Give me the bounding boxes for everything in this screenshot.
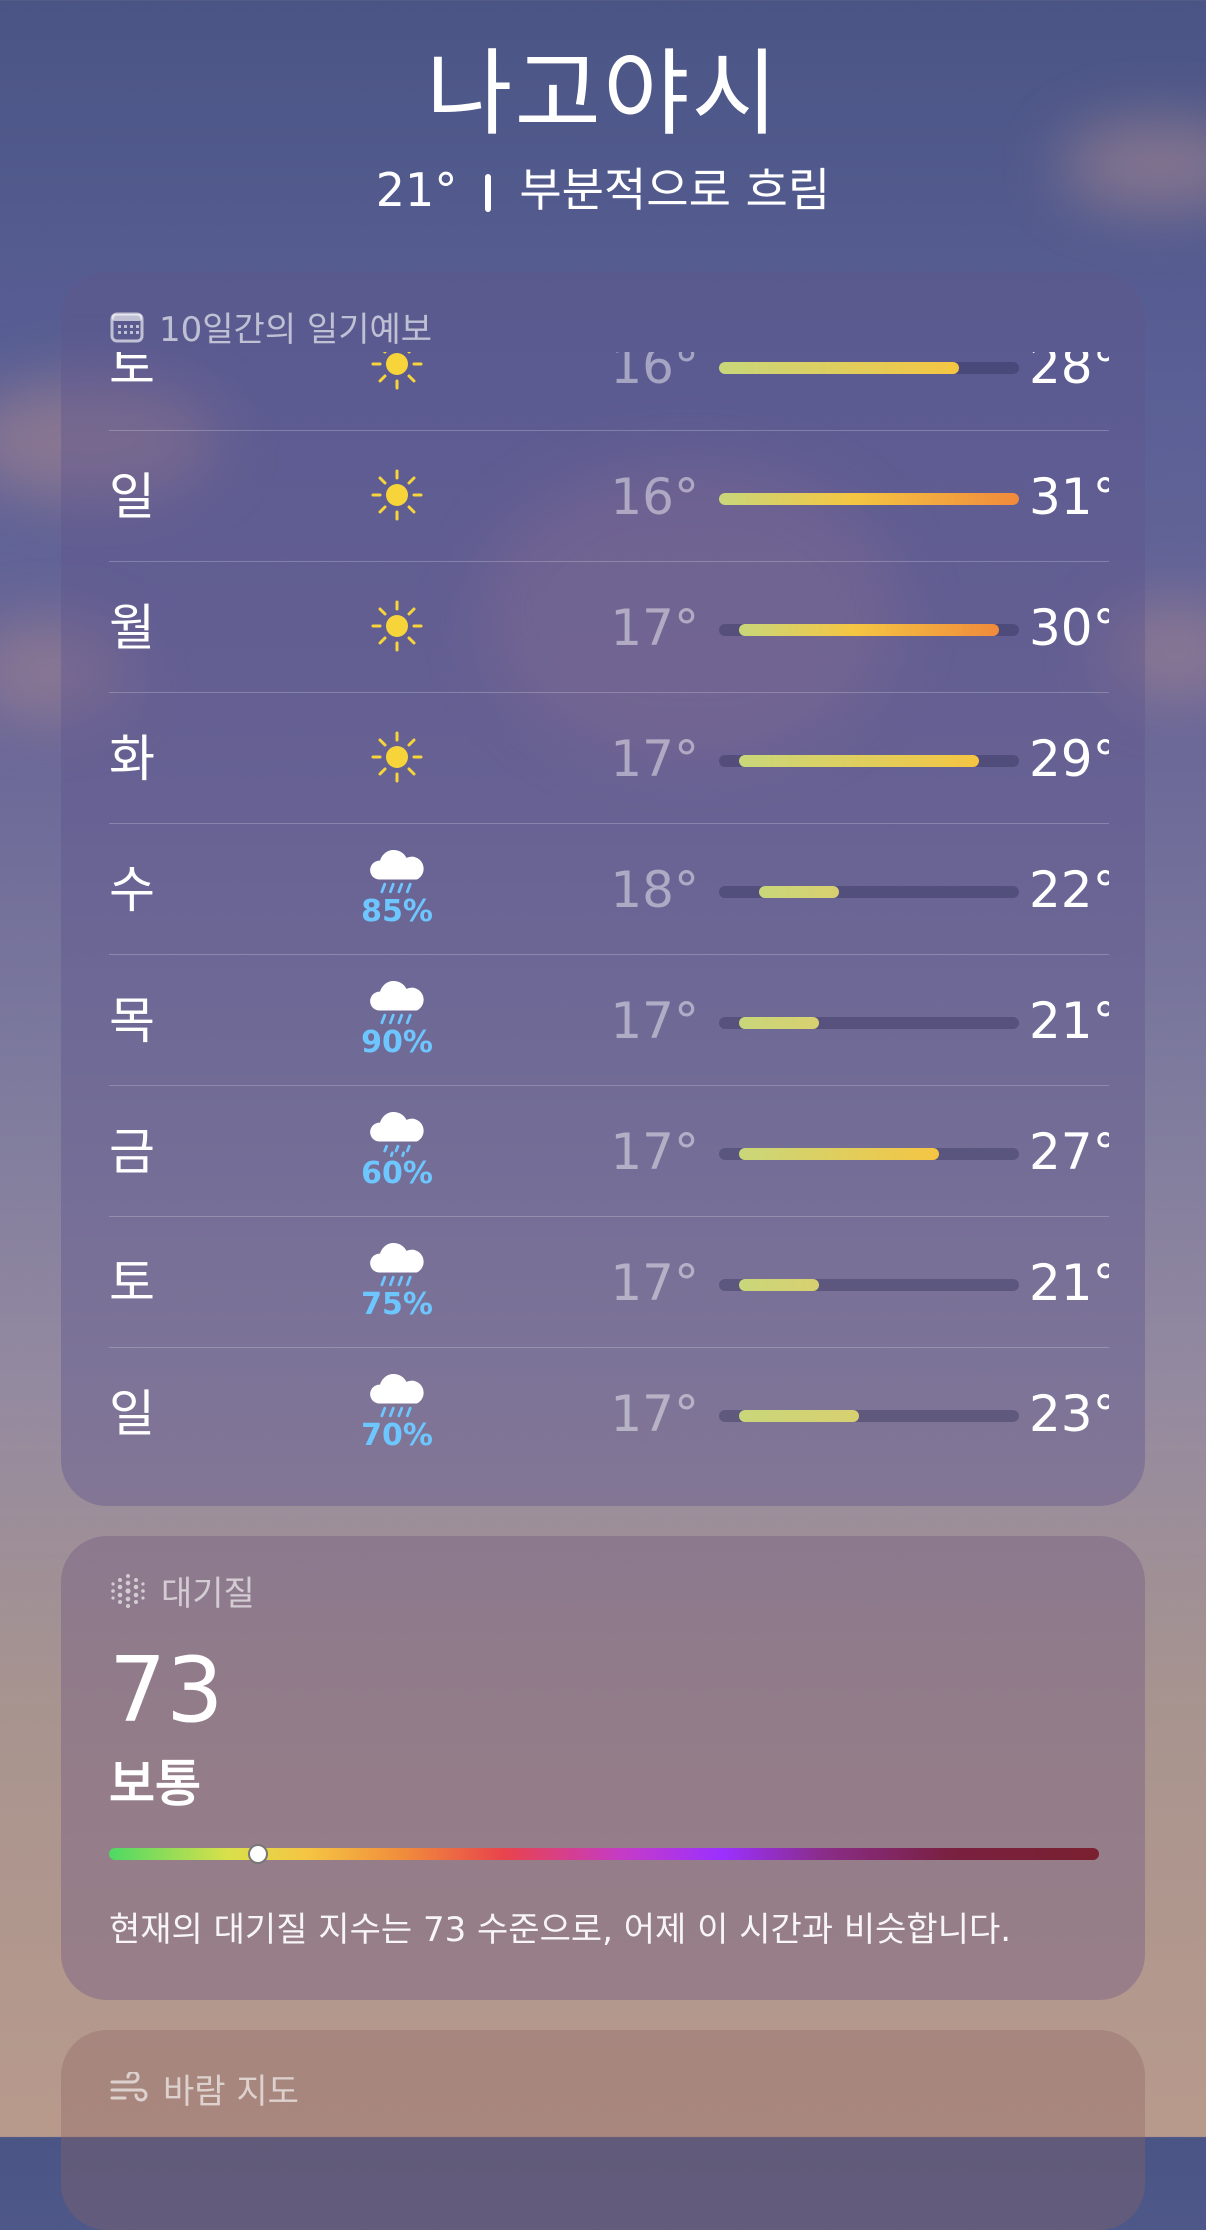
low-temp: 17° — [610, 730, 699, 788]
rain-cloud-icon: 85% — [347, 838, 447, 938]
high-temp: 29° — [1029, 730, 1109, 788]
temp-range-bar — [719, 1148, 1019, 1160]
forecast-list[interactable]: 토 16° 28° 일 16° 31° 월 17° 30° 화 17° 29° 수 85% 18° 22° 목 9… — [109, 352, 1109, 1506]
sun-icon — [347, 445, 447, 545]
location-header: 나고야시 21° 부분적으로 흐림 — [0, 40, 1206, 220]
rain-cloud-icon: 75% — [347, 1231, 447, 1331]
wind-icon — [110, 2071, 148, 2101]
low-temp: 17° — [610, 1254, 699, 1312]
air-quality-icon — [111, 1573, 145, 1608]
wind-map-header: 바람 지도 — [109, 2064, 299, 2113]
forecast-day: 일 — [109, 468, 155, 526]
high-temp: 23° — [1029, 1385, 1109, 1443]
forecast-day: 일 — [109, 1385, 155, 1443]
precipitation-chance: 90% — [361, 1025, 433, 1060]
sun-icon — [347, 707, 447, 807]
temp-range-fill — [739, 755, 979, 767]
precipitation-chance: 85% — [361, 894, 433, 929]
temp-range-bar — [719, 755, 1019, 767]
low-temp: 16° — [610, 352, 699, 395]
low-temp: 17° — [610, 1123, 699, 1181]
city-name: 나고야시 — [426, 40, 780, 149]
temp-range-bar — [719, 1410, 1019, 1422]
rain-cloud-icon: 70% — [347, 1362, 447, 1462]
forecast-day: 금 — [109, 1123, 155, 1181]
forecast-day: 토 — [109, 1254, 155, 1312]
low-temp: 16° — [610, 468, 699, 526]
low-temp: 17° — [610, 599, 699, 657]
forecast-day: 목 — [109, 992, 155, 1050]
precipitation-chance: 75% — [361, 1287, 433, 1322]
temp-range-fill — [739, 1279, 819, 1291]
forecast-day: 화 — [109, 730, 155, 788]
temp-range-fill — [739, 1017, 819, 1029]
high-temp: 21° — [1029, 1254, 1109, 1312]
forecast-row: 금 60% 17° 27° — [109, 1085, 1109, 1216]
low-temp: 17° — [610, 1385, 699, 1443]
air-quality-status: 보통 — [109, 1755, 201, 1813]
air-quality-value: 73 — [109, 1638, 224, 1743]
rain-cloud-icon: 90% — [347, 969, 447, 1069]
forecast-title: 10일간의 일기예보 — [159, 310, 433, 350]
temp-range-bar — [719, 362, 1019, 374]
wind-map-title: 바람 지도 — [163, 2072, 299, 2112]
air-quality-header: 대기질 — [109, 1566, 255, 1615]
high-temp: 22° — [1029, 861, 1109, 919]
temp-range-fill — [739, 624, 999, 636]
high-temp: 28° — [1029, 352, 1109, 395]
temp-range-fill — [759, 886, 839, 898]
air-quality-title: 대기질 — [161, 1574, 255, 1614]
temp-range-bar — [719, 493, 1019, 505]
forecast-row: 월 17° 30° — [109, 561, 1109, 692]
temp-range-bar — [719, 886, 1019, 898]
air-quality-description: 현재의 대기질 지수는 73 수준으로, 어제 이 시간과 비슷합니다. — [109, 1910, 1012, 1950]
current-condition: 부분적으로 흐림 — [519, 163, 831, 217]
forecast-day: 월 — [109, 599, 155, 657]
temp-range-fill — [739, 1148, 939, 1160]
temp-range-fill — [719, 362, 959, 374]
forecast-header: 10일간의 일기예보 — [109, 302, 432, 351]
temp-range-bar — [719, 624, 1019, 636]
forecast-row: 토 75% 17° 21° — [109, 1216, 1109, 1347]
air-quality-indicator — [247, 1844, 268, 1864]
separator — [485, 174, 492, 212]
forecast-row: 일 70% 17° 23° — [109, 1347, 1109, 1478]
forecast-day: 토 — [109, 352, 155, 395]
precipitation-chance: 70% — [361, 1418, 433, 1453]
sun-icon — [347, 576, 447, 676]
forecast-day: 수 — [109, 861, 155, 919]
low-temp: 17° — [610, 992, 699, 1050]
high-temp: 27° — [1029, 1123, 1109, 1181]
temp-range-bar — [719, 1017, 1019, 1029]
temp-range-fill — [719, 493, 1019, 505]
sun-icon — [347, 352, 447, 414]
calendar-icon — [110, 312, 144, 342]
air-quality-card[interactable]: 대기질 73 보통 현재의 대기질 지수는 73 수준으로, 어제 이 시간과 … — [61, 1536, 1145, 2000]
current-summary: 21° 부분적으로 흐림 — [0, 160, 1206, 220]
high-temp: 30° — [1029, 599, 1109, 657]
forecast-row: 토 16° 28° — [109, 352, 1109, 430]
wind-map-card[interactable]: 바람 지도 — [61, 2030, 1145, 2230]
forecast-row: 일 16° 31° — [109, 430, 1109, 561]
air-quality-scale — [109, 1844, 1099, 1864]
high-temp: 31° — [1029, 468, 1109, 526]
high-temp: 21° — [1029, 992, 1109, 1050]
forecast-row: 수 85% 18° 22° — [109, 823, 1109, 954]
temp-range-fill — [739, 1410, 859, 1422]
forecast-row: 화 17° 29° — [109, 692, 1109, 823]
current-temp: 21° — [375, 163, 458, 217]
forecast-row: 목 90% 17° 21° — [109, 954, 1109, 1085]
temp-range-bar — [719, 1279, 1019, 1291]
low-temp: 18° — [610, 861, 699, 919]
ten-day-forecast-card[interactable]: 10일간의 일기예보 토 16° 28° 일 16° 31° 월 17° 30° 화 17° 29° 수… — [61, 272, 1145, 1506]
precipitation-chance: 60% — [361, 1156, 433, 1191]
drizzle-cloud-icon: 60% — [347, 1100, 447, 1200]
